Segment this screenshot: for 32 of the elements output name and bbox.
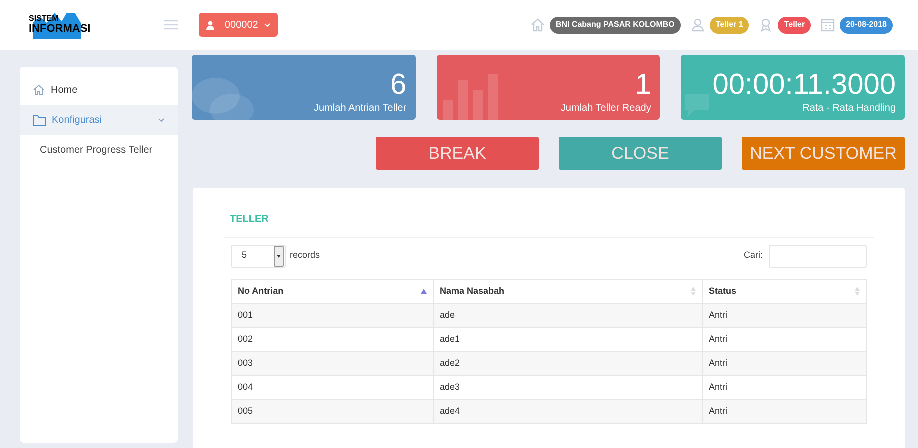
page-size-select[interactable]: 5 xyxy=(231,244,286,268)
user-icon xyxy=(690,18,705,32)
stat-label: Rata - Rata Handling xyxy=(802,103,896,115)
table-cell: 005 xyxy=(232,400,434,424)
records-label: records xyxy=(290,249,320,262)
badge-icon xyxy=(759,18,774,32)
stat-label: Jumlah Teller Ready xyxy=(560,103,652,115)
calendar-icon xyxy=(821,18,836,32)
home-icon xyxy=(530,18,545,32)
menu-icon[interactable] xyxy=(164,20,178,30)
stat-value: 1 xyxy=(635,68,652,103)
header-badge: Teller 1 xyxy=(710,16,750,34)
stat-label: Jumlah Antrian Teller xyxy=(314,103,407,115)
caret-icon xyxy=(264,22,272,28)
header-badge: BNI Cabang PASAR KOLOMBO xyxy=(550,16,681,34)
sidebar-item[interactable]: Home xyxy=(20,75,178,105)
search-field[interactable] xyxy=(769,244,867,268)
table-cell: Antri xyxy=(702,400,866,424)
column-header[interactable]: Nama Nasabah xyxy=(434,280,702,304)
folder-icon xyxy=(33,114,46,126)
column-header[interactable]: No Antrian xyxy=(232,280,434,304)
header-badge: 20-08-2018 xyxy=(840,16,893,34)
column-header[interactable]: Status xyxy=(702,280,866,304)
stat-value: 6 xyxy=(390,68,407,103)
stat-value: 00:00:11.3000 xyxy=(712,68,896,103)
header-badge: Teller xyxy=(778,16,812,34)
sidebar-subitem[interactable]: Customer Progress Teller xyxy=(20,135,178,165)
search-label: Cari: xyxy=(744,249,763,262)
panel-title: TELLER xyxy=(230,213,270,227)
user-icon xyxy=(206,20,215,30)
table-cell: ade4 xyxy=(434,400,702,424)
home-icon xyxy=(33,84,45,96)
